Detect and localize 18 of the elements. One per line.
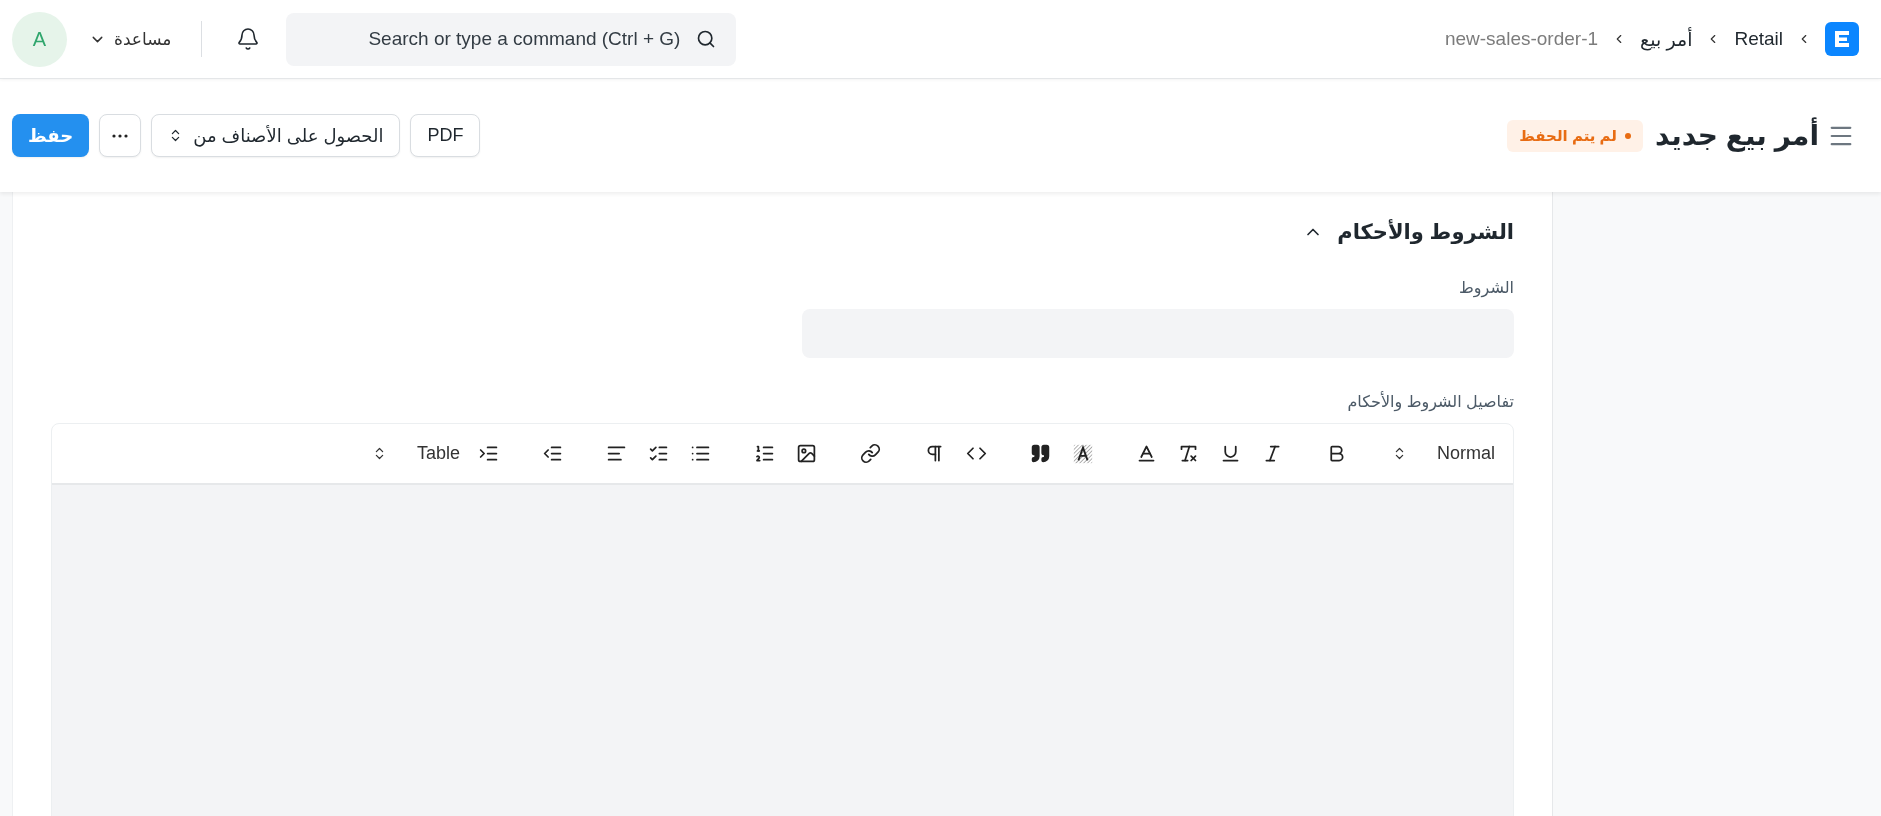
breadcrumb-link[interactable]: أمر بيع	[1640, 27, 1693, 51]
more-icon	[112, 133, 129, 138]
field-label: الشروط	[1458, 278, 1514, 297]
pdf-button[interactable]: PDF	[410, 114, 481, 157]
format-dropdown[interactable]: Normal	[1384, 443, 1503, 464]
field-label: تفاصيل الشروط والأحكام	[1346, 392, 1514, 411]
status-badge: لم يتم الحفظ	[1507, 119, 1643, 152]
search-icon	[696, 28, 717, 49]
breadcrumb-link[interactable]: Retail	[1734, 28, 1783, 50]
section-toggle[interactable]: الشروط والأحكام	[1303, 220, 1514, 244]
format-dropdown[interactable]: Table	[363, 443, 468, 464]
help-dropdown[interactable]: مساعدة	[81, 28, 180, 50]
logo-icon[interactable]	[1825, 22, 1859, 56]
page-title: أمر بيع جديد	[1654, 119, 1819, 152]
get-items-dropdown[interactable]: الحصول على الأصناف من	[151, 114, 401, 157]
breadcrumb-link[interactable]: new-sales-order-1	[1444, 28, 1599, 50]
search-field[interactable]: Search or type a command (Ctrl + G)	[286, 12, 737, 66]
bell-icon[interactable]	[236, 27, 261, 51]
